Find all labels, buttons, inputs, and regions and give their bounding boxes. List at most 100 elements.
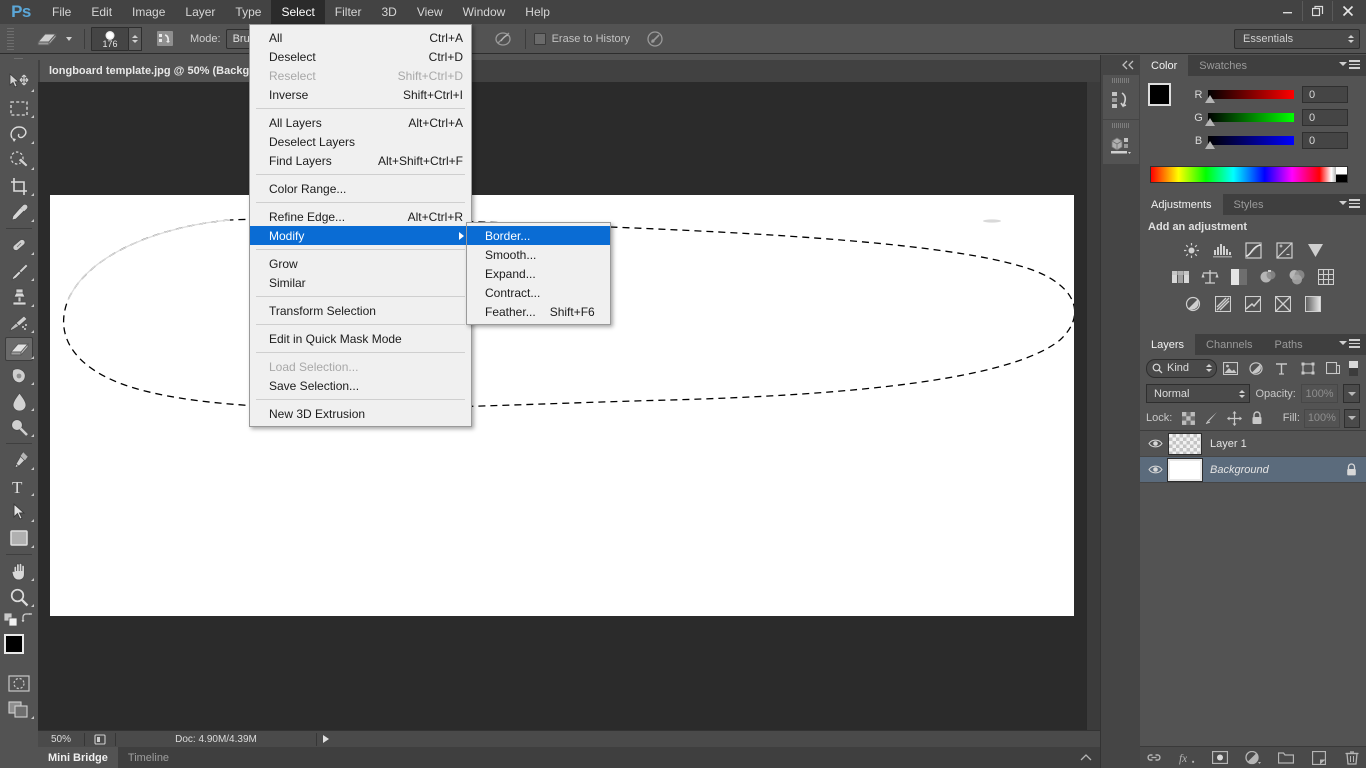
curves-icon[interactable] (1243, 241, 1263, 259)
crop-tool[interactable] (0, 173, 38, 199)
menu-item-all-layers[interactable]: All Layers Alt+Ctrl+A (250, 113, 471, 132)
color-panel-menu-button[interactable] (1339, 60, 1360, 69)
current-tool-icon[interactable] (34, 28, 60, 50)
color-swatches[interactable] (1148, 83, 1184, 118)
airbrush-icon[interactable] (491, 28, 517, 50)
menu-type[interactable]: Type (225, 0, 271, 24)
channel-track-b[interactable] (1205, 136, 1294, 149)
new-group-icon[interactable] (1278, 750, 1294, 766)
rail-card-3d[interactable] (1103, 120, 1139, 164)
menu-item-find-layers[interactable]: Find Layers Alt+Shift+Ctrl+F (250, 151, 471, 170)
new-layer-icon[interactable] (1311, 750, 1327, 766)
blur-tool[interactable] (0, 388, 38, 414)
tab-adjustments[interactable]: Adjustments (1140, 194, 1223, 215)
tab-swatches[interactable]: Swatches (1188, 55, 1258, 76)
posterize-icon[interactable] (1213, 295, 1233, 313)
tablet-pressure-icon[interactable] (643, 28, 669, 50)
exposure-icon[interactable] (1274, 241, 1294, 259)
modify-submenu[interactable]: Border... Smooth... Expand... Contract... Fe… (466, 222, 611, 325)
menu-item-edit-in-quick-mask-mode[interactable]: Edit in Quick Mask Mode (250, 329, 471, 348)
layer-thumbnail[interactable] (1167, 457, 1203, 482)
lock-image-pixels-icon[interactable] (1202, 409, 1221, 427)
channel-value-b[interactable]: 0 (1302, 132, 1348, 149)
selective-color-icon[interactable] (1273, 295, 1293, 313)
tab-paths[interactable]: Paths (1264, 334, 1314, 355)
delete-layer-icon[interactable] (1344, 750, 1360, 766)
rectangle-tool[interactable] (0, 525, 38, 551)
tab-layers[interactable]: Layers (1140, 334, 1196, 355)
menu-item-deselect-layers[interactable]: Deselect Layers (250, 132, 471, 151)
layer-thumbnail[interactable] (1168, 432, 1202, 455)
canvas-vertical-scrollbar[interactable] (1086, 82, 1100, 730)
channel-mixer-icon[interactable] (1287, 268, 1307, 286)
screen-mode-button[interactable] (0, 696, 38, 722)
brush-tool[interactable] (0, 258, 38, 284)
vibrance-icon[interactable] (1305, 241, 1325, 259)
restore-button[interactable] (1302, 1, 1332, 21)
lasso-tool[interactable] (0, 121, 38, 147)
filter-type-icon[interactable] (1269, 358, 1295, 378)
menu-view[interactable]: View (407, 0, 453, 24)
menu-item-similar[interactable]: Similar (250, 273, 471, 292)
filter-pixel-icon[interactable] (1217, 358, 1243, 378)
link-layers-icon[interactable] (1146, 750, 1162, 766)
layer-mask-icon[interactable] (1212, 750, 1228, 766)
menu-item-save-selection[interactable]: Save Selection... (250, 376, 471, 395)
bottom-tab-timeline[interactable]: Timeline (118, 747, 179, 768)
zoom-level[interactable]: 50% (38, 734, 84, 745)
toolbox-foreground-swatch[interactable] (4, 634, 24, 654)
rail-card-history[interactable] (1103, 75, 1139, 119)
layer-row[interactable]: Background (1140, 457, 1366, 483)
black-white-icon[interactable] (1229, 268, 1249, 286)
lock-position-icon[interactable] (1225, 409, 1244, 427)
swap-colors-icon[interactable] (21, 613, 34, 625)
channel-thumb-b[interactable] (1205, 141, 1215, 149)
channel-value-g[interactable]: 0 (1302, 109, 1348, 126)
color-balance-icon[interactable] (1200, 268, 1220, 286)
layers-panel-menu-button[interactable] (1339, 339, 1360, 348)
gradient-map-icon[interactable] (1303, 295, 1323, 313)
minimize-button[interactable] (1272, 1, 1302, 21)
tab-channels[interactable]: Channels (1195, 334, 1263, 355)
bottom-tab-mini-bridge[interactable]: Mini Bridge (38, 747, 118, 768)
brush-size-preview[interactable]: 176 (91, 26, 129, 51)
filter-toggle-icon[interactable] (1346, 358, 1360, 378)
submenu-item-border[interactable]: Border... (467, 226, 610, 245)
filter-adjustment-icon[interactable] (1243, 358, 1269, 378)
opacity-value[interactable]: 100% (1300, 384, 1339, 403)
submenu-item-feather[interactable]: Feather... Shift+F6 (467, 302, 610, 321)
pen-tool[interactable] (0, 447, 38, 473)
menu-image[interactable]: Image (122, 0, 175, 24)
erase-to-history-checkbox[interactable] (533, 32, 546, 45)
adjustments-panel-menu-button[interactable] (1339, 199, 1360, 208)
channel-track-r[interactable] (1205, 90, 1294, 103)
blend-mode-dropdown[interactable]: Normal (1146, 384, 1251, 403)
channel-thumb-g[interactable] (1205, 118, 1215, 126)
layer-visibility-toggle[interactable] (1142, 464, 1168, 475)
submenu-item-contract[interactable]: Contract... (467, 283, 610, 302)
default-colors-icon[interactable] (4, 612, 17, 626)
menu-help[interactable]: Help (515, 0, 560, 24)
lock-transparent-pixels-icon[interactable] (1179, 409, 1198, 427)
submenu-item-expand[interactable]: Expand... (467, 264, 610, 283)
invert-icon[interactable] (1183, 295, 1203, 313)
canvas-work-area[interactable] (38, 82, 1100, 730)
brush-panel-toggle-icon[interactable] (152, 28, 178, 50)
menu-filter[interactable]: Filter (325, 0, 372, 24)
status-preview-icon[interactable] (85, 733, 115, 746)
menu-item-color-range[interactable]: Color Range... (250, 179, 471, 198)
rectangular-marquee-tool[interactable] (0, 95, 38, 121)
hue-saturation-icon[interactable] (1171, 268, 1191, 286)
menu-file[interactable]: File (42, 0, 81, 24)
layer-row[interactable]: Layer 1 (1140, 431, 1366, 457)
tab-color[interactable]: Color (1140, 55, 1189, 76)
menu-item-inverse[interactable]: Inverse Shift+Ctrl+I (250, 85, 471, 104)
fill-value[interactable]: 100% (1303, 408, 1340, 428)
options-bar-grip[interactable] (4, 27, 18, 50)
new-fill-adjustment-icon[interactable] (1245, 750, 1261, 766)
menu-item-grow[interactable]: Grow (250, 254, 471, 273)
layer-visibility-toggle[interactable] (1142, 438, 1168, 449)
gradient-tool[interactable] (0, 362, 38, 388)
opacity-slider-button[interactable] (1343, 384, 1360, 403)
clone-stamp-tool[interactable] (0, 284, 38, 310)
